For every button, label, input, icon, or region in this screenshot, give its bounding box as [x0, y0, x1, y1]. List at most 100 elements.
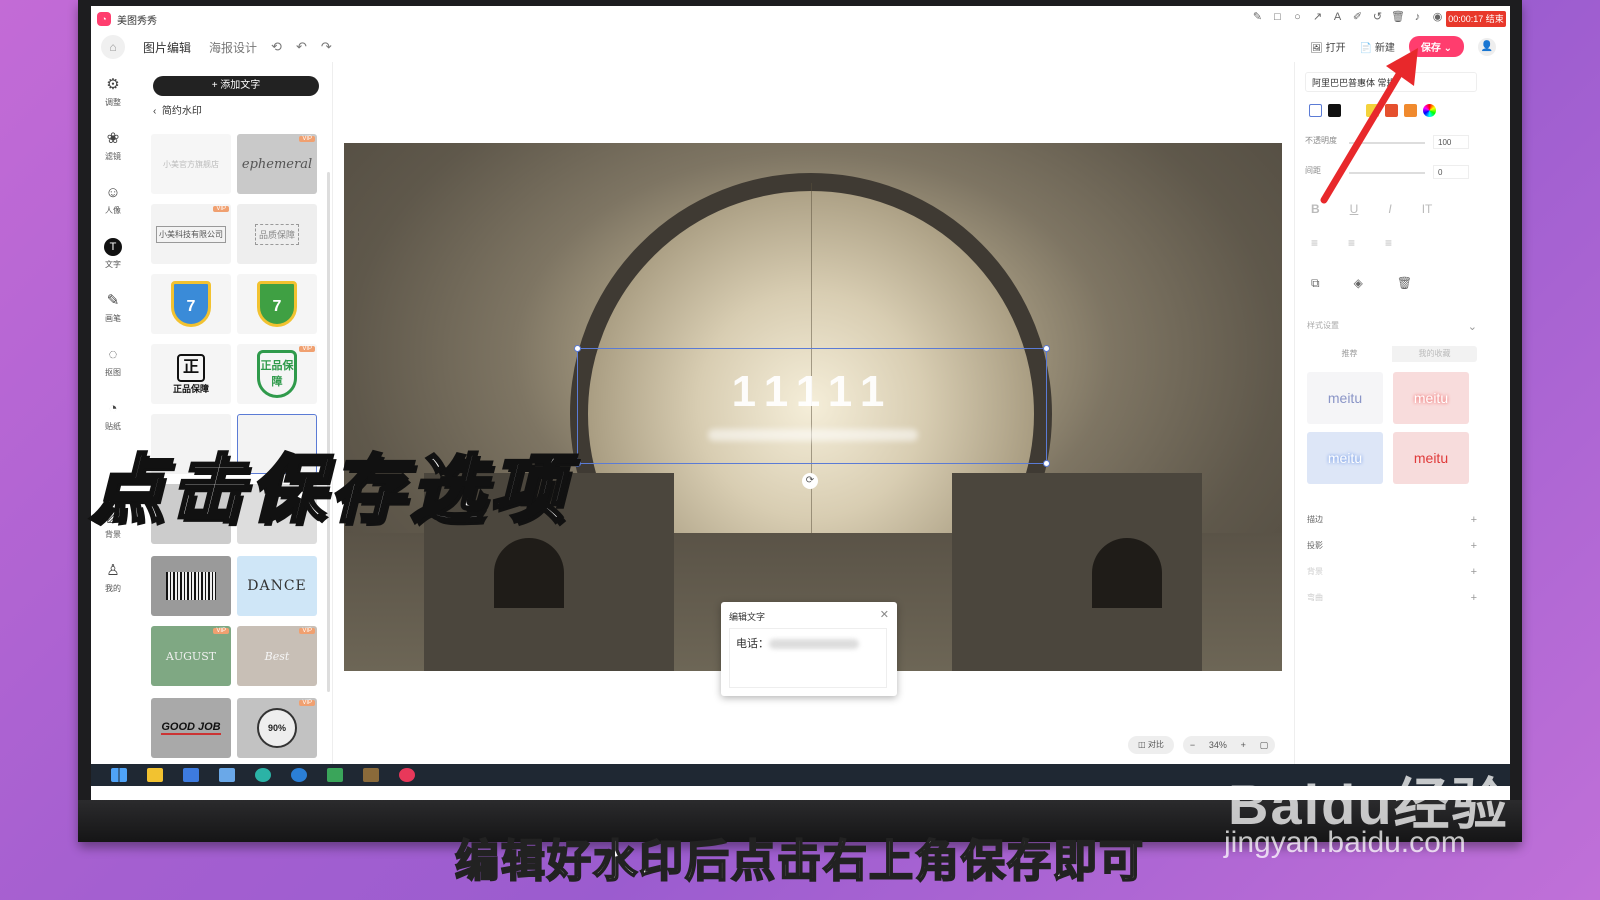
- curve-row[interactable]: 弯曲 +: [1307, 592, 1477, 604]
- rail-item-my[interactable]: ♙ 我的: [91, 562, 135, 594]
- rail-item-portrait[interactable]: ☺ 人像: [91, 184, 135, 216]
- watermark-thumb[interactable]: 小美科技有限公司 VIP: [151, 204, 231, 264]
- user-avatar-icon[interactable]: 👤: [1478, 37, 1496, 56]
- rectangle-icon[interactable]: □: [1271, 11, 1284, 24]
- trash-icon[interactable]: 🗑: [1391, 11, 1405, 24]
- thumb-label: Best: [264, 649, 290, 663]
- plus-icon[interactable]: +: [1471, 592, 1477, 604]
- resize-handle[interactable]: [574, 345, 581, 352]
- browser-icon[interactable]: [291, 768, 307, 782]
- circle-icon[interactable]: ○: [1291, 11, 1304, 24]
- watermark-thumb[interactable]: [151, 556, 231, 616]
- history-icon[interactable]: ⟲: [271, 39, 282, 55]
- tab-recommended[interactable]: 推荐: [1307, 346, 1392, 362]
- pen-icon[interactable]: ✎: [1251, 11, 1264, 24]
- rail-item-adjust[interactable]: ⚙ 调整: [91, 76, 135, 108]
- meitu-taskbar-icon[interactable]: [399, 768, 415, 782]
- layers-icon[interactable]: ◈: [1354, 276, 1363, 291]
- store-icon[interactable]: [183, 768, 199, 782]
- thumb-label: GOOD JOB: [161, 721, 221, 735]
- menu-image-edit[interactable]: 图片编辑: [143, 39, 191, 56]
- marker-icon[interactable]: ✐: [1351, 11, 1364, 24]
- thumb-label: 90% OFF: [257, 708, 297, 748]
- home-icon[interactable]: ⌂: [101, 35, 125, 59]
- rail-item-filter[interactable]: ❀ 滤镜: [91, 130, 135, 162]
- plus-icon[interactable]: +: [1471, 566, 1477, 578]
- rail-item-text[interactable]: T 文字: [91, 238, 135, 270]
- style-section-header[interactable]: 样式设置 ⌄: [1307, 320, 1477, 333]
- align-right-icon[interactable]: ≡: [1385, 236, 1392, 250]
- plus-icon[interactable]: +: [1471, 540, 1477, 552]
- rail-item-cutout[interactable]: ◌ 抠图: [91, 346, 135, 378]
- resize-handle[interactable]: [1043, 460, 1050, 467]
- windows-start-icon[interactable]: [111, 768, 127, 782]
- app-icon[interactable]: [327, 768, 343, 782]
- rotate-icon[interactable]: ⟳: [802, 473, 818, 489]
- zoom-level: 34%: [1208, 740, 1227, 750]
- record-timer[interactable]: 00:00:17 结束: [1446, 11, 1506, 27]
- style-card[interactable]: meitu: [1307, 432, 1383, 484]
- background-row[interactable]: 背景 +: [1307, 566, 1477, 578]
- compare-button[interactable]: ◫ 对比: [1128, 736, 1174, 754]
- shadow-row[interactable]: 投影 +: [1307, 540, 1477, 552]
- fit-screen-icon[interactable]: ▢: [1260, 740, 1269, 751]
- style-card[interactable]: meitu: [1307, 372, 1383, 424]
- resize-handle[interactable]: [574, 460, 581, 467]
- watermark-thumb[interactable]: 正品保障 VIP: [237, 344, 317, 404]
- resize-handle[interactable]: [1043, 345, 1050, 352]
- align-left-icon[interactable]: ≡: [1311, 236, 1318, 250]
- opacity-value[interactable]: 100: [1433, 135, 1469, 149]
- undo-icon[interactable]: ↶: [296, 39, 307, 55]
- menu-poster-design[interactable]: 海报设计: [209, 39, 257, 56]
- rail-label: 我的: [105, 584, 121, 593]
- vip-badge: VIP: [299, 136, 315, 142]
- watermark-thumb[interactable]: Best VIP: [237, 626, 317, 686]
- mail-icon[interactable]: [219, 768, 235, 782]
- watermark-thumb[interactable]: 7: [151, 274, 231, 334]
- image-canvas[interactable]: 11111 ⟳: [344, 143, 1282, 671]
- text-tool-icon[interactable]: A: [1331, 11, 1344, 24]
- camera-icon[interactable]: ◉: [1431, 11, 1444, 24]
- watermark-thumb[interactable]: 7: [237, 274, 317, 334]
- watermark-thumb[interactable]: ephemeral VIP: [237, 134, 317, 194]
- back-breadcrumb[interactable]: ‹ 简约水印: [153, 102, 202, 117]
- rail-item-brush[interactable]: ✎ 画笔: [91, 292, 135, 324]
- app-window: ◔ 美图秀秀 ✎ □ ○ ↗ A ✐ ↺ 🗑 ♪ ◉ ✕ 00:00:17 结束…: [91, 6, 1510, 800]
- delete-icon[interactable]: 🗑: [1397, 276, 1412, 291]
- thumb-label: 品质保障: [254, 223, 299, 245]
- watermark-text[interactable]: 11111: [578, 367, 1048, 417]
- zoom-out-icon[interactable]: −: [1190, 740, 1195, 750]
- duplicate-icon[interactable]: ⧉: [1311, 276, 1320, 291]
- title-bar: ◔ 美图秀秀 ✎ □ ○ ↗ A ✐ ↺ 🗑 ♪ ◉ ✕ 00:00:17 结束: [91, 6, 1510, 32]
- watermark-thumb[interactable]: 小美官方旗舰店: [151, 134, 231, 194]
- align-center-icon[interactable]: ≡: [1348, 236, 1355, 250]
- tab-favorites[interactable]: 我的收藏: [1392, 346, 1477, 362]
- watermark-thumb[interactable]: 90% OFFVIP: [237, 698, 317, 758]
- add-text-button[interactable]: + 添加文字: [153, 76, 319, 96]
- my-icon: ♙: [106, 562, 120, 579]
- edge-icon[interactable]: [255, 768, 271, 782]
- zoom-in-icon[interactable]: +: [1241, 740, 1246, 750]
- close-icon[interactable]: ✕: [880, 608, 889, 621]
- watermark-thumb[interactable]: DANCE: [237, 556, 317, 616]
- redo-icon[interactable]: ↷: [321, 39, 332, 55]
- style-card[interactable]: meitu: [1393, 432, 1469, 484]
- game-icon[interactable]: [363, 768, 379, 782]
- undo-icon[interactable]: ↺: [1371, 11, 1384, 24]
- edit-text-input[interactable]: 电话：: [729, 628, 887, 688]
- explorer-icon[interactable]: [147, 768, 163, 782]
- spacing-value[interactable]: 0: [1433, 165, 1469, 179]
- mic-icon[interactable]: ♪: [1411, 11, 1424, 24]
- edit-text-dialog: 编辑文字 ✕ 电话：: [721, 602, 897, 696]
- arrow-icon[interactable]: ↗: [1311, 11, 1324, 24]
- watermark-thumb[interactable]: GOOD JOB: [151, 698, 231, 758]
- watermark-selection-box[interactable]: 11111: [574, 345, 1050, 467]
- plus-icon[interactable]: +: [1471, 514, 1477, 526]
- thumb-label: 正品保障: [172, 383, 209, 394]
- watermark-thumb[interactable]: 品质保障: [237, 204, 317, 264]
- rail-item-sticker[interactable]: ◔ 贴纸: [91, 400, 135, 432]
- style-card[interactable]: meitu: [1393, 372, 1469, 424]
- watermark-thumb[interactable]: 正正品保障: [151, 344, 231, 404]
- watermark-thumb[interactable]: AUGUST VIP: [151, 626, 231, 686]
- stroke-row[interactable]: 描边 +: [1307, 514, 1477, 526]
